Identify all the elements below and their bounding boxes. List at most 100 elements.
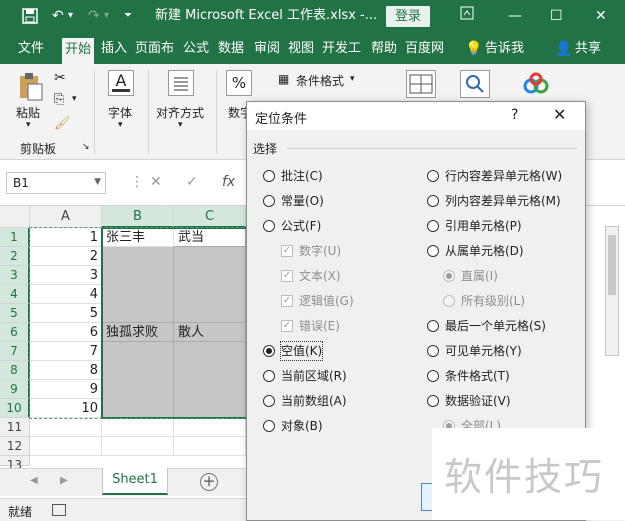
- enter-icon[interactable]: ✓: [186, 174, 198, 190]
- save-icon[interactable]: [22, 8, 38, 28]
- radio-button[interactable]: [263, 220, 275, 232]
- cell-b2-b5[interactable]: [102, 247, 174, 323]
- percent-icon[interactable]: %: [226, 70, 252, 96]
- insert-function-icon[interactable]: fx: [222, 174, 235, 190]
- baidu-netdisk-icon[interactable]: [522, 72, 550, 100]
- cell-b7-b10[interactable]: [102, 342, 174, 418]
- cell-a9[interactable]: 9: [30, 380, 102, 399]
- row-header[interactable]: 6: [0, 323, 30, 342]
- cut-icon[interactable]: ✂: [54, 70, 66, 86]
- paste-dropdown-icon[interactable]: ▾: [26, 120, 31, 130]
- cell-c7-c10[interactable]: [174, 342, 246, 418]
- row-header[interactable]: 3: [0, 266, 30, 285]
- cell-c11[interactable]: [174, 418, 246, 437]
- tab-formulas[interactable]: 公式: [183, 40, 209, 64]
- row-header[interactable]: 11: [0, 418, 30, 437]
- row-header[interactable]: 8: [0, 361, 30, 380]
- cell-c1[interactable]: 武当: [174, 228, 246, 247]
- radio-button-selected[interactable]: [443, 270, 455, 282]
- cell-b11[interactable]: [102, 418, 174, 437]
- copy-dropdown-icon[interactable]: ▾: [72, 94, 77, 104]
- tab-file[interactable]: 文件: [18, 40, 44, 64]
- cell-c12[interactable]: [174, 437, 246, 456]
- radio-button[interactable]: [427, 345, 439, 357]
- cell-a7[interactable]: 7: [30, 342, 102, 361]
- row-header[interactable]: 12: [0, 437, 30, 456]
- paste-icon[interactable]: [18, 72, 44, 105]
- customize-toolbar-icon[interactable]: ⏷: [124, 8, 132, 24]
- tab-home[interactable]: 开始: [62, 38, 95, 64]
- row-header[interactable]: 1: [0, 228, 30, 247]
- row-header[interactable]: 2: [0, 247, 30, 266]
- maximize-icon[interactable]: ☐: [550, 6, 563, 26]
- ribbon-display-icon[interactable]: [460, 6, 474, 26]
- row-header[interactable]: 10: [0, 399, 30, 418]
- cell-a6[interactable]: 6: [30, 323, 102, 342]
- tab-insert[interactable]: 插入: [101, 40, 127, 64]
- cells-icon[interactable]: [406, 70, 436, 98]
- radio-button[interactable]: [427, 370, 439, 382]
- conditional-formatting-dropdown-icon[interactable]: ▾: [350, 74, 355, 84]
- help-icon[interactable]: ?: [511, 107, 518, 123]
- alignment-icon[interactable]: [168, 70, 194, 96]
- scroll-left-icon[interactable]: ◀: [30, 475, 38, 486]
- paste-label[interactable]: 粘贴: [16, 104, 40, 121]
- radio-button[interactable]: [443, 295, 455, 307]
- radio-button[interactable]: [427, 245, 439, 257]
- tab-review[interactable]: 审阅: [254, 40, 280, 64]
- macro-recording-icon[interactable]: [52, 504, 66, 516]
- conditional-formatting-icon[interactable]: ▦: [278, 72, 289, 86]
- close-icon[interactable]: ✕: [595, 6, 607, 26]
- tab-view[interactable]: 视图: [288, 40, 314, 64]
- cancel-icon[interactable]: ✕: [150, 174, 162, 190]
- radio-button[interactable]: [263, 195, 275, 207]
- tab-baidu-netdisk[interactable]: 百度网: [405, 40, 444, 64]
- checkbox[interactable]: ✓: [281, 320, 293, 332]
- row-header[interactable]: 9: [0, 380, 30, 399]
- tab-developer[interactable]: 开发工: [322, 40, 361, 64]
- name-box-dropdown-icon[interactable]: ▼: [94, 177, 101, 187]
- tell-me-box[interactable]: 💡 告诉我: [465, 40, 524, 64]
- undo-dropdown-icon[interactable]: ▾: [68, 8, 73, 24]
- cell-c2-c5[interactable]: [174, 247, 246, 323]
- checkbox[interactable]: ✓: [281, 295, 293, 307]
- redo-dropdown-icon[interactable]: ▾: [104, 8, 109, 24]
- alignment-dropdown-icon[interactable]: ▾: [178, 120, 183, 130]
- tab-data[interactable]: 数据: [218, 40, 244, 64]
- checkbox[interactable]: ✓: [281, 270, 293, 282]
- sheet-tab-sheet1[interactable]: Sheet1: [102, 468, 168, 495]
- select-all-corner[interactable]: [0, 206, 30, 228]
- radio-button[interactable]: [263, 170, 275, 182]
- radio-button[interactable]: [427, 395, 439, 407]
- cell-a1[interactable]: 1: [30, 228, 102, 247]
- cell-a10[interactable]: 10: [30, 399, 102, 418]
- radio-button[interactable]: [263, 395, 275, 407]
- radio-button[interactable]: [427, 170, 439, 182]
- column-header-a[interactable]: A: [30, 206, 102, 228]
- add-sheet-icon[interactable]: +: [200, 473, 218, 491]
- name-box[interactable]: B1 ▼: [6, 172, 106, 194]
- cell-a3[interactable]: 3: [30, 266, 102, 285]
- column-header-c[interactable]: C: [174, 206, 246, 228]
- cell-a2[interactable]: 2: [30, 247, 102, 266]
- tab-help[interactable]: 帮助: [371, 40, 397, 64]
- column-header-b[interactable]: B: [102, 206, 174, 228]
- radio-button[interactable]: [427, 220, 439, 232]
- font-icon[interactable]: A: [108, 70, 134, 96]
- cell-b6[interactable]: 独孤求败: [102, 323, 174, 342]
- find-icon[interactable]: [460, 70, 490, 98]
- tab-page-layout[interactable]: 页面布: [135, 40, 174, 64]
- redo-icon[interactable]: ↷: [88, 8, 100, 24]
- radio-button-selected[interactable]: [263, 345, 275, 357]
- alignment-group-label[interactable]: 对齐方式: [156, 104, 204, 121]
- dialog-launcher-icon[interactable]: ↘: [82, 142, 90, 152]
- scrollbar-thumb[interactable]: [608, 235, 616, 295]
- radio-button[interactable]: [427, 320, 439, 332]
- cell-a11[interactable]: [30, 418, 102, 437]
- radio-button[interactable]: [263, 370, 275, 382]
- dialog-close-icon[interactable]: ✕: [553, 105, 566, 124]
- login-button[interactable]: 登录: [386, 6, 430, 27]
- worksheet-grid[interactable]: A B C 1 2 3 4 5 6 7 8 9 10 11 12 13 1 2 …: [0, 206, 249, 472]
- font-dropdown-icon[interactable]: ▾: [118, 120, 123, 130]
- cell-a8[interactable]: 8: [30, 361, 102, 380]
